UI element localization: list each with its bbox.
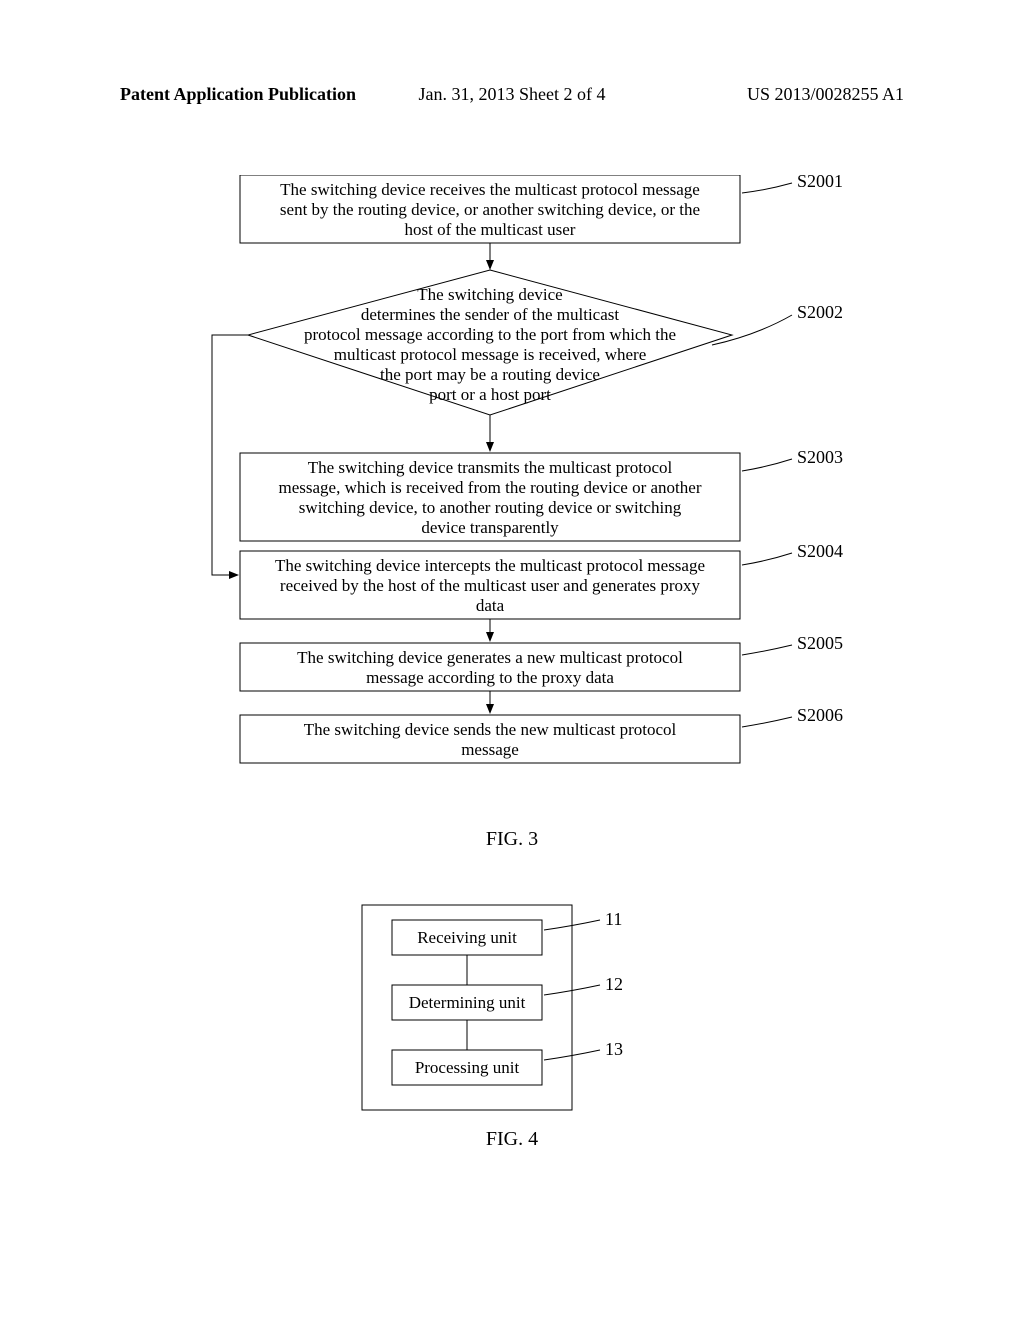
s2006-text-line2: message (461, 740, 519, 759)
s2001-text-line1: The switching device receives the multic… (280, 180, 700, 199)
s2006-text-line1: The switching device sends the new multi… (304, 720, 677, 739)
figure-3-caption: FIG. 3 (486, 828, 538, 851)
header-patent-number: US 2013/0028255 A1 (747, 84, 904, 105)
processing-unit-label: 13 (605, 1039, 623, 1059)
s2003-text-line4: device transparently (421, 518, 559, 537)
step-s2003: The switching device transmits the multi… (240, 447, 843, 541)
receiving-unit-text: Receiving unit (417, 928, 517, 947)
s2003-text-line3: switching device, to another routing dev… (299, 498, 682, 517)
s2002-text-line6: port or a host port (429, 385, 551, 404)
s2002-label: S2002 (797, 302, 843, 322)
s2004-text-line2: received by the host of the multicast us… (280, 576, 701, 595)
s2004-text-line1: The switching device intercepts the mult… (275, 556, 705, 575)
s2004-text-line3: data (476, 596, 505, 615)
step-s2004: The switching device intercepts the mult… (240, 541, 843, 619)
header-publication-type: Patent Application Publication (120, 84, 356, 105)
determining-unit: Determining unit 12 (392, 974, 623, 1020)
s2002-text-line2: determines the sender of the multicast (361, 305, 619, 324)
figure-4-block-diagram: Receiving unit 11 Determining unit 12 Pr… (352, 900, 672, 1120)
step-s2001: The switching device receives the multic… (240, 175, 843, 243)
s2003-text-line2: message, which is received from the rout… (279, 478, 702, 497)
determining-unit-label: 12 (605, 974, 623, 994)
arrow-s2002-s2004-left (212, 335, 248, 575)
s2003-label: S2003 (797, 447, 843, 467)
step-s2002-decision: The switching device determines the send… (248, 270, 843, 415)
s2001-text-line2: sent by the routing device, or another s… (280, 200, 700, 219)
s2003-text-line1: The switching device transmits the multi… (308, 458, 673, 477)
s2002-text-line5: the port may be a routing device (380, 365, 600, 384)
processing-unit: Processing unit 13 (392, 1039, 623, 1085)
step-s2006: The switching device sends the new multi… (240, 705, 843, 763)
receiving-unit-label: 11 (605, 909, 622, 929)
step-s2005: The switching device generates a new mul… (240, 633, 843, 691)
s2005-text-line2: message according to the proxy data (366, 668, 614, 687)
s2005-text-line1: The switching device generates a new mul… (297, 648, 683, 667)
header-date-sheet: Jan. 31, 2013 Sheet 2 of 4 (419, 84, 606, 105)
page-header: Patent Application Publication Jan. 31, … (0, 84, 1024, 105)
s2001-text-line3: host of the multicast user (405, 220, 576, 239)
determining-unit-text: Determining unit (409, 993, 526, 1012)
figure-4-caption: FIG. 4 (486, 1128, 538, 1151)
s2005-label: S2005 (797, 633, 843, 653)
s2006-label: S2006 (797, 705, 843, 725)
patent-page: Patent Application Publication Jan. 31, … (0, 0, 1024, 1320)
figure-3-flowchart: The switching device receives the multic… (132, 175, 892, 825)
s2004-label: S2004 (797, 541, 843, 561)
s2001-label: S2001 (797, 175, 843, 191)
s2002-text-line4: multicast protocol message is received, … (334, 345, 647, 364)
receiving-unit: Receiving unit 11 (392, 909, 622, 955)
s2002-text-line1: The switching device (417, 285, 562, 304)
processing-unit-text: Processing unit (415, 1058, 520, 1077)
s2002-text-line3: protocol message according to the port f… (304, 325, 676, 344)
